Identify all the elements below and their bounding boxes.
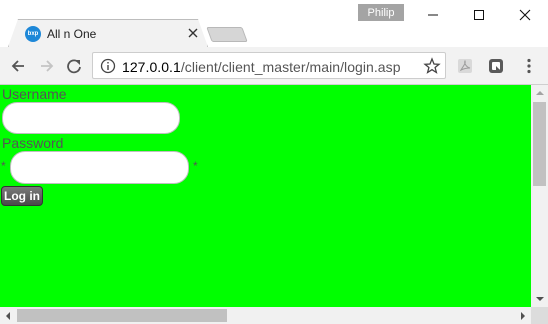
scroll-left-icon[interactable]: [0, 307, 16, 324]
scroll-right-icon[interactable]: [515, 307, 531, 324]
close-window-button[interactable]: [502, 0, 548, 30]
tab-title: All n One: [47, 27, 97, 41]
kebab-menu-icon[interactable]: [519, 56, 539, 76]
arrow-left-icon[interactable]: [7, 55, 29, 77]
tab-close-icon[interactable]: [185, 25, 201, 41]
username-label: Username: [2, 86, 67, 102]
vertical-scroll-thumb[interactable]: [533, 102, 546, 186]
address-bar[interactable]: 127.0.0.1/client/client_master/main/logi…: [92, 52, 446, 79]
scroll-up-icon[interactable]: [531, 85, 548, 101]
horizontal-scroll-thumb[interactable]: [17, 309, 227, 322]
new-tab-button[interactable]: [206, 27, 248, 42]
browser-tab[interactable]: bxp All n One: [8, 19, 208, 47]
minimize-button[interactable]: [410, 0, 456, 30]
arrow-right-icon[interactable]: [36, 55, 58, 77]
required-marker: *: [1, 159, 6, 173]
username-input[interactable]: [2, 102, 180, 134]
page-viewport: Username Password * * Log in: [0, 85, 531, 307]
password-label: Password: [2, 135, 64, 151]
browser-toolbar: 127.0.0.1/client/client_master/main/logi…: [0, 47, 548, 85]
info-icon[interactable]: [100, 58, 116, 74]
profile-badge[interactable]: Philip: [358, 4, 404, 21]
extension-icon[interactable]: [486, 56, 506, 76]
favicon-icon: bxp: [25, 26, 41, 42]
maximize-button[interactable]: [456, 0, 502, 30]
star-icon[interactable]: [423, 57, 441, 75]
url-text[interactable]: 127.0.0.1/client/client_master/main/logi…: [122, 59, 401, 75]
title-bar: bxp All n One Philip: [0, 0, 548, 47]
url-path: /client/client_master/main/login.asp: [180, 59, 401, 75]
required-marker: *: [193, 159, 198, 173]
reload-icon[interactable]: [63, 55, 85, 77]
scroll-down-icon[interactable]: [531, 291, 548, 307]
vertical-scrollbar[interactable]: [531, 85, 548, 307]
password-input[interactable]: [10, 151, 189, 184]
login-button[interactable]: Log in: [1, 186, 43, 206]
pdf-icon[interactable]: [455, 56, 475, 76]
url-host: 127.0.0.1: [122, 59, 181, 75]
horizontal-scrollbar[interactable]: [0, 307, 531, 324]
scrollbar-corner: [531, 307, 548, 324]
